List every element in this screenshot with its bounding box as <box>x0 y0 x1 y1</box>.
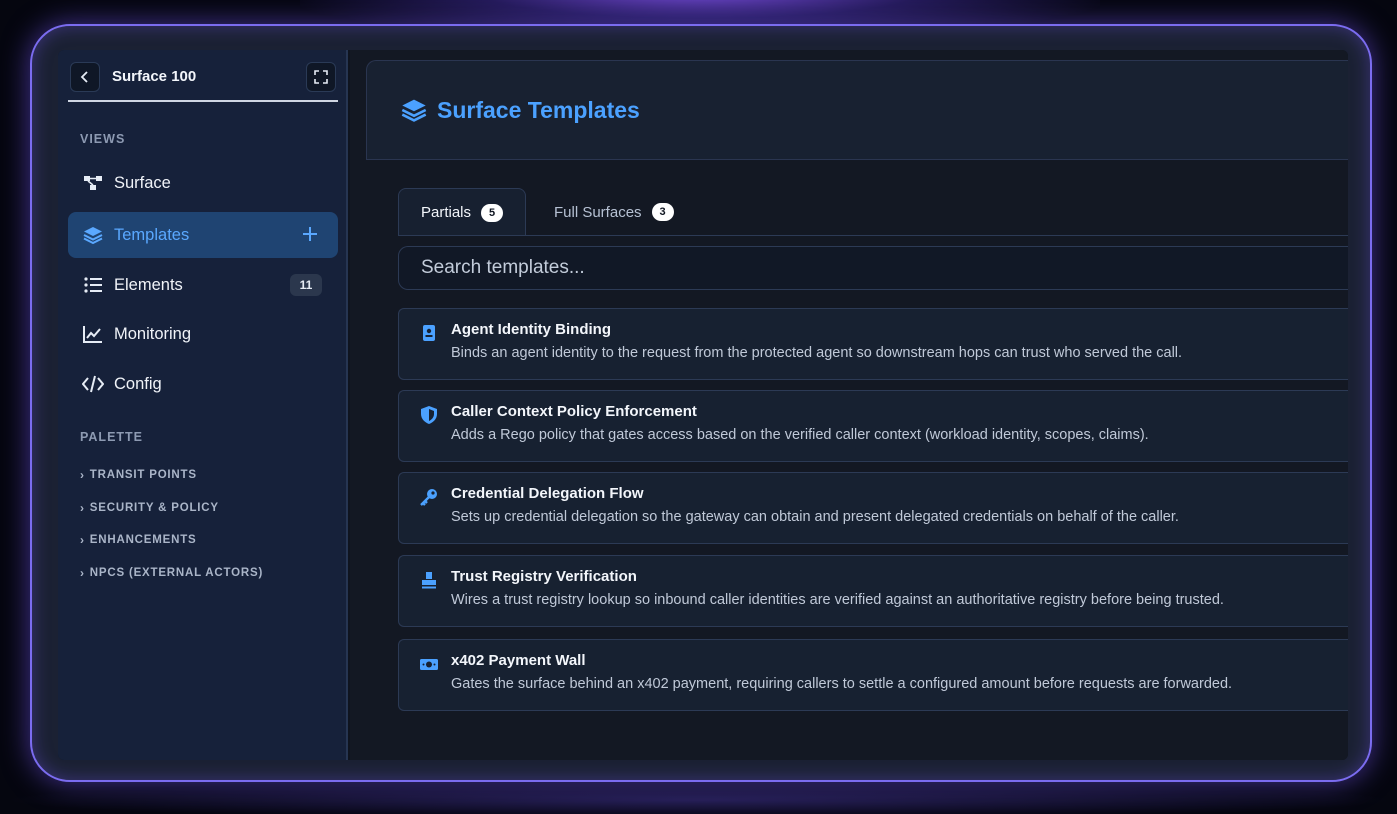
search-input[interactable] <box>398 246 1348 290</box>
sidebar-item-templates[interactable]: Templates <box>68 212 338 258</box>
expand-button[interactable] <box>306 62 336 92</box>
chevron-right-icon: › <box>80 533 85 547</box>
stamp-icon <box>419 570 439 590</box>
elements-count-badge: 11 <box>290 274 322 296</box>
sidebar-header: Surface 100 <box>68 60 338 102</box>
background-glow-bottom <box>0 780 1397 814</box>
sidebar-item-label: Monitoring <box>114 324 192 343</box>
back-button[interactable] <box>70 62 100 92</box>
chevron-left-icon <box>80 71 88 83</box>
palette-item-label: NPCS (EXTERNAL ACTORS) <box>89 567 264 579</box>
layers-icon <box>401 97 427 123</box>
palette-item-transit-points[interactable]: › TRANSIT POINTS <box>80 468 197 482</box>
template-title: x402 Payment Wall <box>451 652 586 669</box>
expand-icon <box>314 70 328 84</box>
list-icon <box>82 274 104 296</box>
plus-icon <box>303 227 317 241</box>
palette-item-label: ENHANCEMENTS <box>89 534 197 546</box>
palette-item-label: TRANSIT POINTS <box>89 469 197 481</box>
palette-item-npcs[interactable]: › NPCS (EXTERNAL ACTORS) <box>80 566 263 580</box>
template-tabs: Partials 5 Full Surfaces 3 <box>398 188 1348 236</box>
template-item-agent-identity-binding[interactable]: Agent Identity Binding Binds an agent id… <box>398 308 1348 380</box>
template-description: Gates the surface behind an x402 payment… <box>451 676 1233 692</box>
palette-section-label: PALETTE <box>80 430 144 444</box>
template-item-credential-delegation[interactable]: Credential Delegation Flow Sets up crede… <box>398 472 1348 544</box>
tab-full-surfaces[interactable]: Full Surfaces 3 <box>532 188 696 236</box>
add-template-button[interactable] <box>300 224 320 244</box>
palette-item-label: SECURITY & POLICY <box>89 502 219 514</box>
template-title: Agent Identity Binding <box>451 321 611 338</box>
sidebar-item-label: Surface <box>114 173 171 192</box>
chevron-right-icon: › <box>80 501 85 515</box>
page-header: Surface Templates <box>366 60 1348 160</box>
tab-count-badge: 3 <box>651 203 674 221</box>
template-description: Sets up credential delegation so the gat… <box>451 509 1179 525</box>
chart-line-icon <box>82 323 104 345</box>
surface-title: Surface 100 <box>112 68 197 85</box>
template-description: Adds a Rego policy that gates access bas… <box>451 427 1149 443</box>
id-badge-icon <box>419 323 439 343</box>
shield-icon <box>419 405 439 425</box>
page-title: Surface Templates <box>437 97 640 123</box>
chevron-right-icon: › <box>80 468 85 482</box>
code-icon <box>82 373 104 395</box>
main-panel: Surface Templates Partials 5 Full Surfac… <box>350 50 1348 760</box>
sidebar-item-config[interactable]: Config <box>68 361 338 407</box>
chevron-right-icon: › <box>80 566 85 580</box>
sidebar-item-monitoring[interactable]: Monitoring <box>68 311 338 357</box>
template-item-caller-context-policy[interactable]: Caller Context Policy Enforcement Adds a… <box>398 390 1348 462</box>
tab-partials[interactable]: Partials 5 <box>398 188 527 236</box>
device-frame: Surface 100 VIEWS Surface Templates Elem… <box>30 24 1372 782</box>
template-item-trust-registry[interactable]: Trust Registry Verification Wires a trus… <box>398 555 1348 627</box>
sidebar: Surface 100 VIEWS Surface Templates Elem… <box>58 50 348 760</box>
layers-icon <box>82 224 104 246</box>
tabs-divider <box>398 235 1348 236</box>
network-icon <box>82 172 104 194</box>
template-item-x402-payment-wall[interactable]: x402 Payment Wall Gates the surface behi… <box>398 639 1348 711</box>
app-screen: Surface 100 VIEWS Surface Templates Elem… <box>58 50 1348 760</box>
key-icon <box>419 487 439 507</box>
sidebar-item-elements[interactable]: Elements 11 <box>68 262 338 308</box>
sidebar-item-surface[interactable]: Surface <box>68 160 338 206</box>
sidebar-item-label: Templates <box>114 225 190 244</box>
template-description: Wires a trust registry lookup so inbound… <box>451 592 1224 608</box>
template-description: Binds an agent identity to the request f… <box>451 345 1183 361</box>
tab-count-badge: 5 <box>481 203 504 222</box>
palette-item-security-policy[interactable]: › SECURITY & POLICY <box>80 501 219 515</box>
sidebar-item-label: Elements <box>114 275 183 294</box>
money-icon <box>419 654 439 674</box>
template-title: Caller Context Policy Enforcement <box>451 403 697 420</box>
sidebar-item-label: Config <box>114 374 162 393</box>
template-title: Credential Delegation Flow <box>451 485 644 502</box>
views-section-label: VIEWS <box>80 132 126 146</box>
tab-label: Full Surfaces <box>554 203 642 221</box>
tab-label: Partials <box>421 204 472 221</box>
palette-item-enhancements[interactable]: › ENHANCEMENTS <box>80 533 197 547</box>
template-title: Trust Registry Verification <box>451 568 637 585</box>
